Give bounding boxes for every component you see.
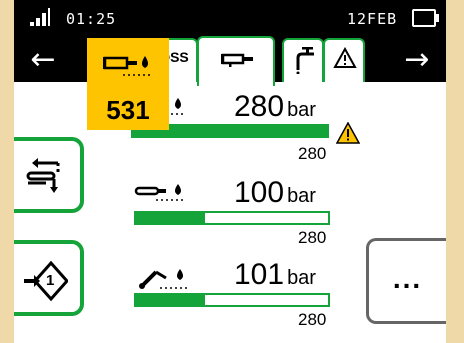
main-content: 1 ... 280 bar 280 100 bar 280 101 bar 28… xyxy=(14,82,446,343)
row3-pressure: 101 bar xyxy=(234,258,316,292)
cylinder-icon xyxy=(221,53,253,67)
status-bar: 01:25 12FEB xyxy=(14,0,446,34)
arrow-left-icon[interactable]: ← xyxy=(18,40,68,80)
more-options-button[interactable]: ... xyxy=(366,238,446,324)
tab-warning[interactable] xyxy=(323,38,365,82)
row2-value: 100 xyxy=(234,176,285,209)
row2-gauge-fill xyxy=(136,213,206,223)
row2-unit: bar xyxy=(287,185,316,207)
row2-pressure: 100 bar xyxy=(234,176,316,210)
highlight-value: 531 xyxy=(106,95,150,125)
transfer-button[interactable] xyxy=(14,137,84,213)
step-1-button[interactable]: 1 xyxy=(14,240,84,316)
arrow-right-icon[interactable]: → xyxy=(392,40,442,80)
battery-icon xyxy=(412,9,439,27)
clock-time: 01:25 xyxy=(66,10,117,28)
tab-cylinder[interactable] xyxy=(197,36,275,86)
row1-pressure: 280 bar xyxy=(234,90,316,124)
clock-date: 12FEB xyxy=(347,10,398,28)
highlighted-sensor-tooltip: 531 xyxy=(87,38,169,130)
warning-icon xyxy=(333,47,357,68)
step-1-diamond-icon xyxy=(24,260,68,302)
row3-value: 101 xyxy=(234,258,285,291)
row3-gauge-bar xyxy=(134,293,330,307)
tab-faucet[interactable] xyxy=(282,38,324,82)
row2-limit: 280 xyxy=(298,228,327,247)
row3-unit: bar xyxy=(287,267,316,289)
row3-gauge-fill xyxy=(136,295,206,305)
row3-limit: 280 xyxy=(298,310,327,329)
row1-value: 280 xyxy=(234,90,285,123)
row1-unit: bar xyxy=(287,99,316,121)
faucet-icon xyxy=(296,47,314,74)
transfer-arrows-icon xyxy=(26,158,60,193)
signal-strength-icon xyxy=(30,8,50,26)
cylinder-drop-icon xyxy=(103,56,153,76)
row2-gauge-bar xyxy=(134,211,330,225)
conveyor-drop-icon xyxy=(134,184,186,201)
display-screen: 01:25 12FEB ← → OSS 1 ... 280 bar 280 10… xyxy=(14,0,446,343)
warning-icon xyxy=(336,122,360,144)
step-1-label: 1 xyxy=(46,272,55,289)
row1-limit: 280 xyxy=(298,144,327,163)
arm-drop-icon xyxy=(139,269,188,289)
